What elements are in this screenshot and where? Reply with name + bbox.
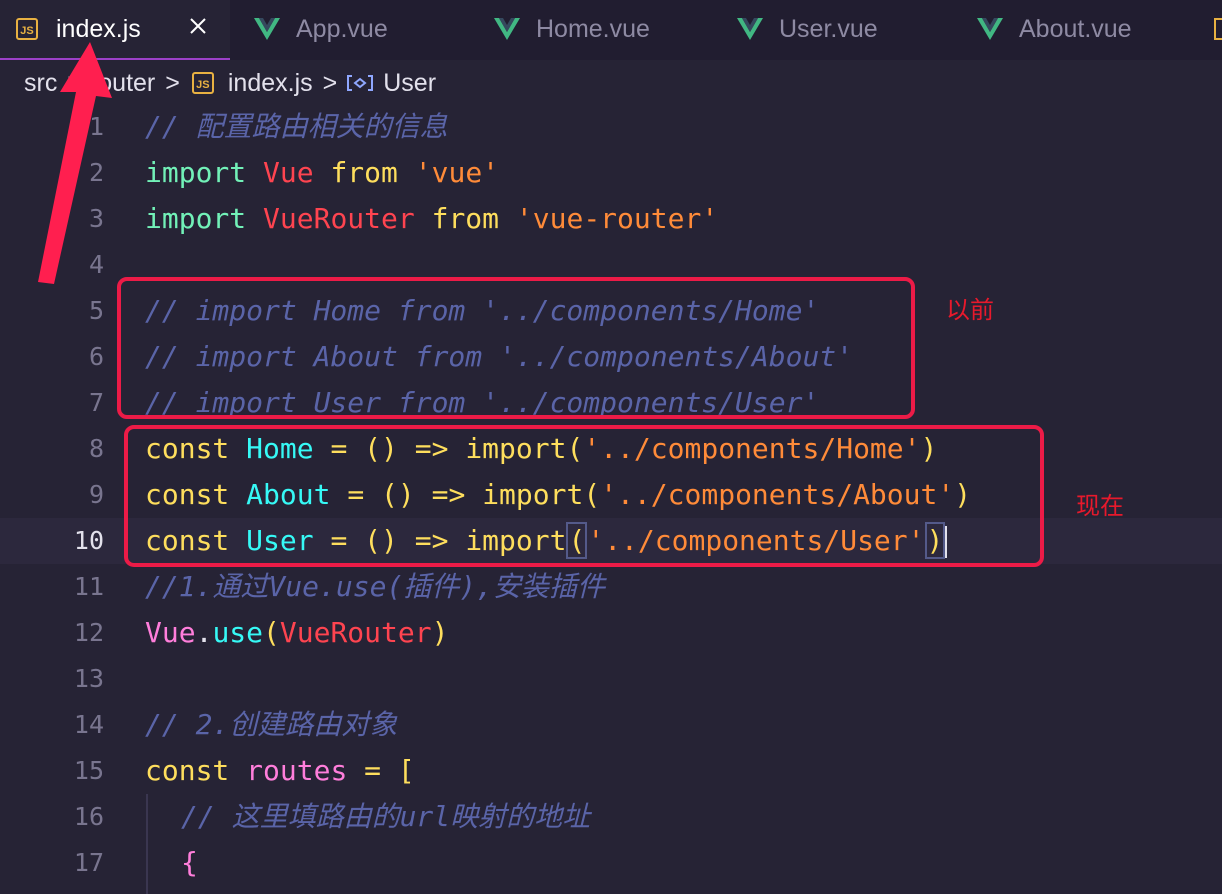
identifier: Vue bbox=[145, 616, 196, 649]
line-number: 8 bbox=[88, 434, 104, 463]
code-comment[interactable]: //1.通过Vue.use(插件),安装插件 bbox=[145, 564, 605, 610]
annotation-label-now: 现在 bbox=[1076, 493, 1124, 520]
keyword: from bbox=[431, 202, 500, 235]
code-line-vue-use[interactable]: Vue.use(VueRouter) bbox=[145, 610, 448, 656]
identifier: VueRouter bbox=[279, 616, 432, 649]
paren: ) bbox=[431, 616, 449, 649]
code-brace[interactable]: { bbox=[181, 840, 198, 886]
code-line-routes[interactable]: const routes = [ bbox=[145, 748, 415, 794]
tab-home-vue[interactable]: Home.vue bbox=[494, 0, 714, 58]
line-number: 13 bbox=[73, 664, 104, 693]
tab-app-vue[interactable]: App.vue bbox=[254, 0, 464, 58]
identifier: routes bbox=[246, 754, 348, 787]
breadcrumb-separator: > bbox=[322, 68, 338, 97]
overflow-tab-edge bbox=[1214, 18, 1222, 40]
method: use bbox=[212, 616, 264, 649]
keyword: from bbox=[330, 156, 398, 189]
paren: ( bbox=[263, 616, 280, 649]
tab-label: App.vue bbox=[296, 14, 388, 43]
bracket: [ bbox=[397, 754, 415, 787]
tab-label: User.vue bbox=[779, 14, 878, 43]
tab-bar: JS index.js App.vue Home.vue User.vue Ab… bbox=[0, 0, 1222, 60]
keyword: import bbox=[145, 156, 247, 189]
string: 'vue-router' bbox=[515, 202, 719, 235]
line-number: 9 bbox=[88, 480, 104, 509]
line-number-current: 10 bbox=[73, 526, 104, 555]
code-line-import-vuerouter[interactable]: import VueRouter from 'vue-router' bbox=[145, 196, 718, 242]
line-number: 12 bbox=[73, 618, 104, 647]
breadcrumb: src > router > JS index.js > User bbox=[0, 60, 1222, 106]
line-number: 7 bbox=[88, 388, 104, 417]
vue-icon bbox=[254, 18, 280, 40]
code-comment[interactable]: // 2.创建路由对象 bbox=[145, 702, 397, 748]
line-number: 15 bbox=[73, 756, 104, 785]
line-number: 17 bbox=[73, 848, 104, 877]
line-number: 6 bbox=[88, 342, 104, 371]
keyword: import bbox=[145, 202, 247, 235]
annotation-box-before bbox=[117, 277, 915, 419]
code-comment[interactable]: // 配置路由相关的信息 bbox=[145, 104, 448, 150]
code-line-import-vue[interactable]: import Vue from 'vue' bbox=[145, 150, 499, 196]
string: 'vue' bbox=[414, 156, 500, 189]
identifier: VueRouter bbox=[263, 202, 415, 235]
vue-icon bbox=[737, 18, 763, 40]
tab-label: Home.vue bbox=[536, 14, 650, 43]
vue-icon bbox=[977, 18, 1003, 40]
tab-about-vue[interactable]: About.vue bbox=[977, 0, 1202, 58]
vue-icon bbox=[494, 18, 520, 40]
line-number: 14 bbox=[73, 710, 104, 739]
line-number: 16 bbox=[73, 802, 104, 831]
breadcrumb-file[interactable]: index.js bbox=[228, 69, 313, 98]
dot: . bbox=[195, 616, 213, 649]
tab-label: About.vue bbox=[1019, 14, 1132, 43]
breadcrumb-separator: > bbox=[165, 68, 180, 97]
annotation-box-now bbox=[124, 425, 1044, 567]
close-icon[interactable] bbox=[188, 16, 208, 36]
code-comment[interactable]: // 这里填路由的url映射的地址 bbox=[181, 794, 590, 840]
annotation-label-before: 以前 bbox=[946, 297, 994, 324]
variable-symbol-icon bbox=[347, 75, 374, 91]
keyword: const bbox=[145, 754, 230, 787]
breadcrumb-symbol[interactable]: User bbox=[383, 69, 436, 98]
operator: = bbox=[364, 754, 382, 787]
indent-guide bbox=[146, 794, 148, 894]
line-number: 11 bbox=[73, 572, 104, 601]
annotation-arrow-icon bbox=[38, 42, 112, 284]
js-file-icon: JS bbox=[191, 72, 214, 94]
identifier: Vue bbox=[263, 156, 314, 189]
tab-user-vue[interactable]: User.vue bbox=[737, 0, 957, 58]
